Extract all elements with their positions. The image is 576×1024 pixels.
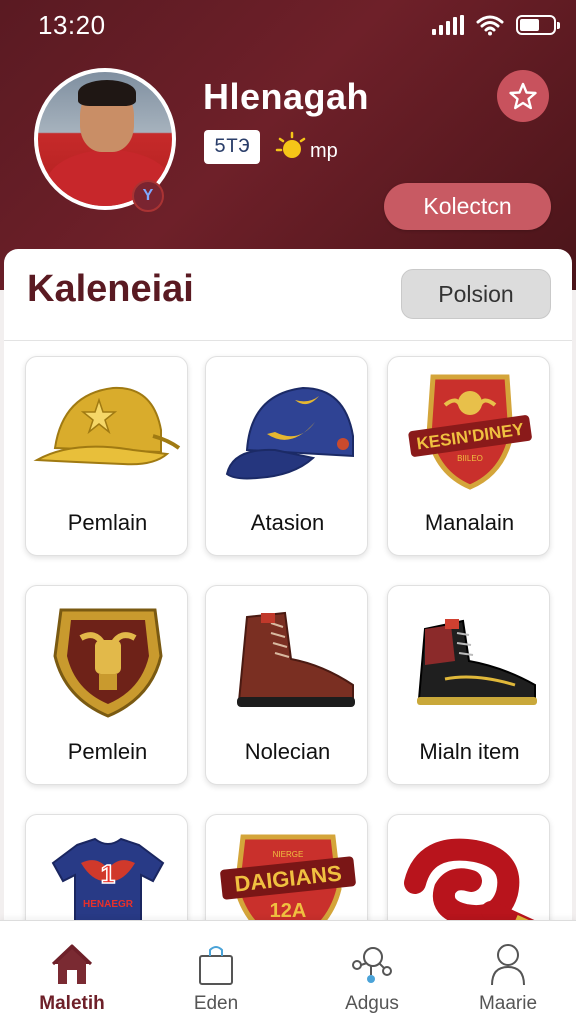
nav-item-bag[interactable]: Eden [144, 921, 288, 1024]
gold-crest-icon [26, 586, 187, 731]
badge-sub-text: 12A [269, 900, 306, 922]
bottom-nav: Maletih Eden Adgus Maarie [0, 920, 576, 1024]
nav-label: Maletih [39, 993, 105, 1014]
red-shield-badge-icon: KESIN'DINEY BIILEO [388, 357, 549, 502]
nav-label: Maarie [478, 993, 538, 1014]
position-filter-button[interactable]: Polsion [401, 269, 551, 319]
person-icon [485, 941, 531, 987]
battery-icon [516, 15, 560, 35]
wifi-icon [476, 15, 504, 36]
item-label: Nolecian [244, 739, 331, 764]
currency-label: mp [310, 140, 338, 162]
item-label: Pemlein [67, 739, 148, 764]
status-time: 13:20 [38, 10, 106, 40]
svg-text:1: 1 [100, 859, 114, 889]
blue-cap-icon [206, 357, 367, 502]
status-bar: 13:20 [0, 0, 576, 50]
item-card[interactable]: Mialn item [387, 585, 550, 785]
section-title: Kaleneiai [27, 268, 194, 310]
status-icons [432, 14, 560, 36]
signal-icon [432, 15, 464, 35]
profile-name: Hlenagah [203, 76, 370, 117]
gold-cap-icon [26, 357, 187, 502]
nav-label: Adgus [345, 993, 399, 1014]
nav-item-network[interactable]: Adgus [300, 921, 444, 1024]
black-boot-icon [388, 586, 549, 731]
item-label: Pemlain [67, 510, 148, 535]
network-icon [349, 941, 395, 987]
badge-top-text: NIERGE [272, 850, 303, 859]
nav-item-profile[interactable]: Maarie [436, 921, 576, 1024]
bag-icon [193, 941, 239, 987]
item-card[interactable]: Nolecian [205, 585, 368, 785]
avatar-badge-icon: Y [132, 180, 164, 212]
brown-boot-icon [206, 586, 367, 731]
nav-label: Eden [193, 993, 239, 1014]
collection-button[interactable]: Kolectcn [384, 183, 551, 230]
nav-item-home[interactable]: Maletih [0, 921, 144, 1024]
item-card[interactable]: Pemlein [25, 585, 188, 785]
sun-icon [275, 131, 306, 158]
item-label: Atasion [250, 510, 325, 535]
svg-text:BIILEO: BIILEO [457, 454, 483, 463]
item-label: Manalain [424, 510, 515, 535]
star-icon [509, 82, 537, 110]
item-card[interactable]: Atasion [205, 356, 368, 556]
favorite-button[interactable] [497, 70, 549, 122]
divider [4, 340, 572, 341]
jersey-text: HENAEGR [82, 899, 133, 910]
level-chip: 5ΤЭ [204, 130, 260, 164]
item-label: Mialn item [419, 739, 520, 764]
item-card[interactable]: Pemlain [25, 356, 188, 556]
item-card[interactable]: KESIN'DINEY BIILEO Manalain [387, 356, 550, 556]
home-icon [49, 941, 95, 987]
